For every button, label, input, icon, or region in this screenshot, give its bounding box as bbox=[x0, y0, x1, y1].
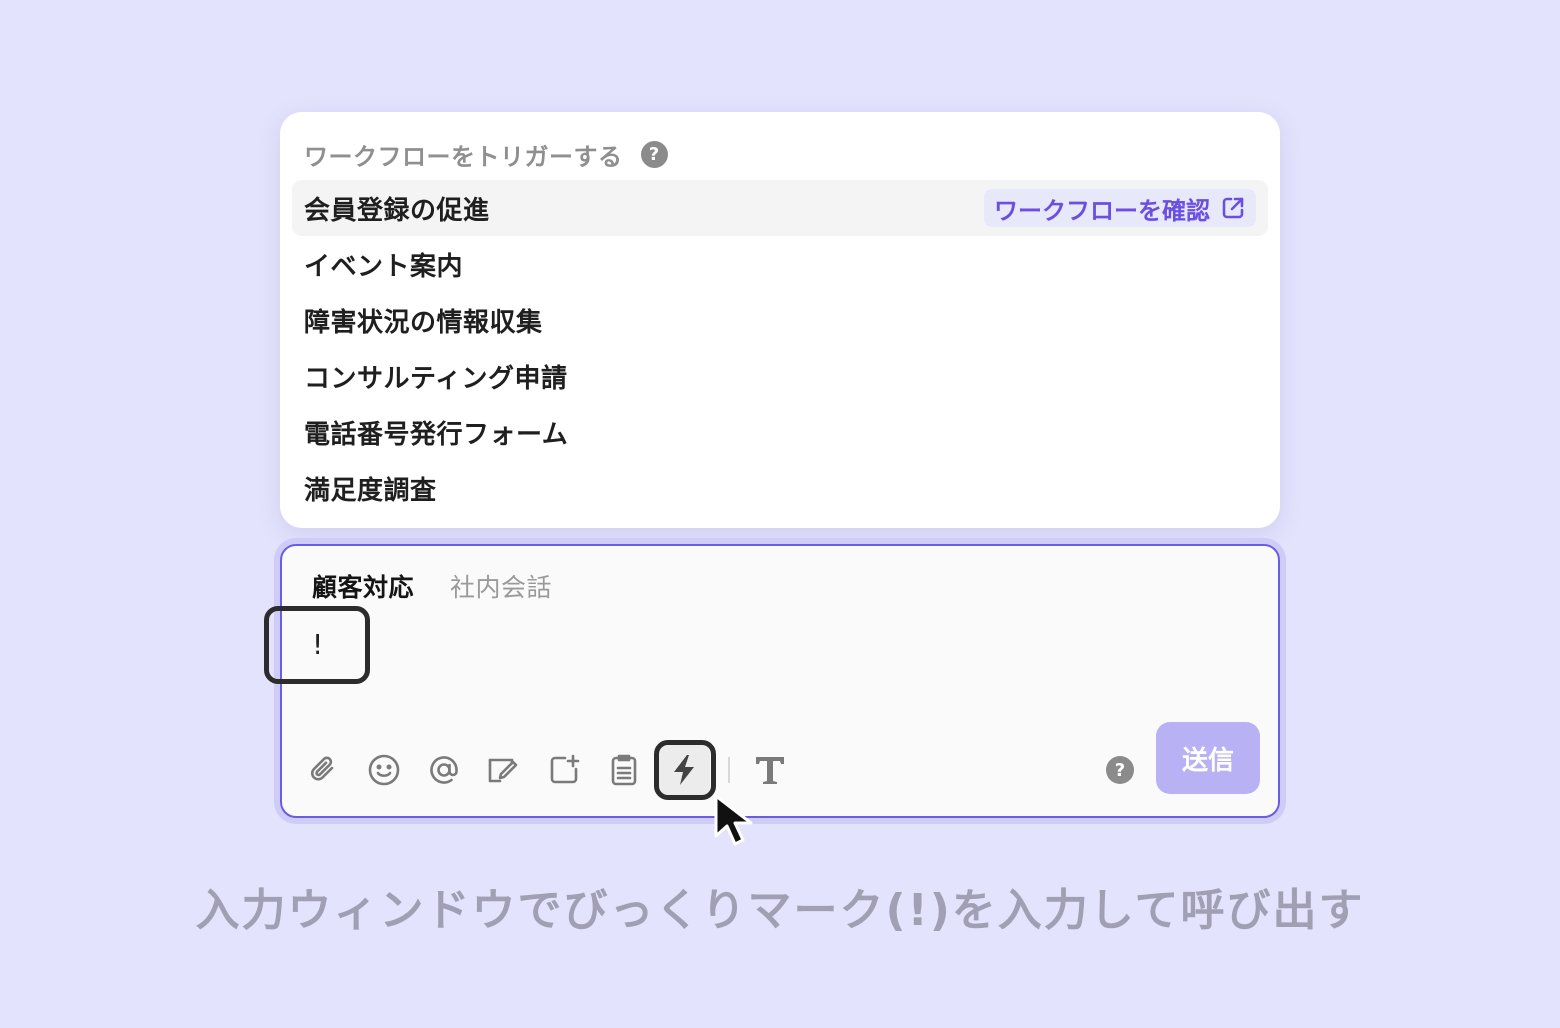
workflow-item[interactable]: 電話番号発行フォーム bbox=[292, 404, 1268, 460]
composer-tabs: 顧客対応 社内会話 bbox=[312, 568, 552, 604]
message-composer: 顧客対応 社内会話 ! ? 送信 bbox=[280, 544, 1280, 818]
clipboard-icon[interactable] bbox=[604, 750, 644, 790]
popup-header: ワークフローをトリガーする ? bbox=[304, 134, 668, 174]
highlight-frame-lightning bbox=[654, 740, 716, 800]
help-icon[interactable]: ? bbox=[1106, 756, 1134, 784]
text-format-icon[interactable] bbox=[750, 750, 790, 790]
caption-text: 入力ウィンドウでびっくりマーク(!)を入力して呼び出す bbox=[195, 885, 1365, 936]
popup-title: ワークフローをトリガーする bbox=[304, 142, 623, 171]
workflow-item[interactable]: 満足度調査 bbox=[292, 460, 1268, 516]
workflow-item-label: 満足度調査 bbox=[304, 475, 437, 506]
tab-internal-chat[interactable]: 社内会話 bbox=[450, 568, 552, 604]
confirm-workflow-link[interactable]: ワークフローを確認 bbox=[984, 189, 1256, 227]
workflow-list: 会員登録の促進 ワークフローを確認 イベント案内 障害状況の情報収集 コンサルテ… bbox=[292, 180, 1268, 516]
workflow-item-label: コンサルティング申請 bbox=[304, 363, 568, 394]
workflow-item-label: 電話番号発行フォーム bbox=[304, 419, 569, 450]
mention-icon[interactable] bbox=[424, 750, 464, 790]
external-link-icon bbox=[1220, 195, 1246, 221]
tab-customer-support[interactable]: 顧客対応 bbox=[312, 568, 414, 604]
highlight-frame-exclamation bbox=[264, 606, 370, 684]
composer-toolbar bbox=[304, 742, 810, 798]
workflow-item-label: イベント案内 bbox=[304, 251, 464, 282]
workflow-item[interactable]: 会員登録の促進 ワークフローを確認 bbox=[292, 180, 1268, 236]
workflow-item[interactable]: 障害状況の情報収集 bbox=[292, 292, 1268, 348]
workflow-trigger-popup: ワークフローをトリガーする ? 会員登録の促進 ワークフローを確認 イベント案内… bbox=[280, 112, 1280, 528]
workflow-item[interactable]: コンサルティング申請 bbox=[292, 348, 1268, 404]
send-button[interactable]: 送信 bbox=[1156, 722, 1260, 794]
workflow-item-label: 会員登録の促進 bbox=[304, 195, 490, 226]
template-edit-icon[interactable] bbox=[484, 750, 524, 790]
toolbar-divider bbox=[728, 757, 730, 783]
add-item-icon[interactable] bbox=[544, 750, 584, 790]
emoji-icon[interactable] bbox=[364, 750, 404, 790]
workflow-item[interactable]: イベント案内 bbox=[292, 236, 1268, 292]
paperclip-icon[interactable] bbox=[304, 750, 344, 790]
help-icon[interactable]: ? bbox=[640, 140, 668, 168]
mouse-cursor-icon bbox=[712, 792, 762, 856]
workflow-item-label: 障害状況の情報収集 bbox=[304, 307, 543, 338]
confirm-workflow-label: ワークフローを確認 bbox=[994, 196, 1210, 225]
